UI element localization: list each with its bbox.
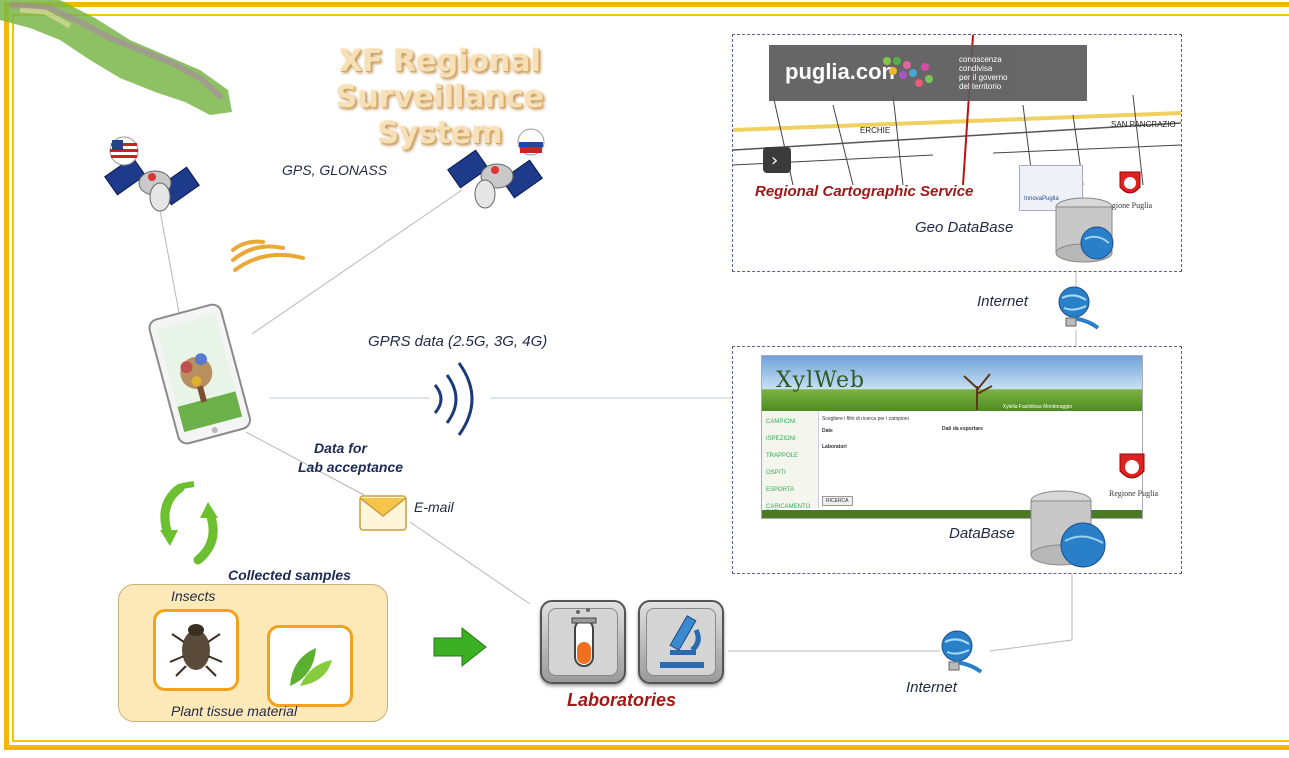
xylweb-app-title: XylWeb bbox=[776, 368, 866, 393]
tagline-line-4: del territorio bbox=[959, 82, 1002, 91]
regional-cartographic-label: Regional Cartographic Service bbox=[755, 183, 974, 200]
satellite-russia bbox=[447, 128, 545, 209]
russia-flag-icon bbox=[517, 128, 545, 156]
page-title: XF Regional Surveillance System bbox=[270, 44, 610, 152]
lab-acceptance-label: Lab acceptance bbox=[298, 459, 404, 475]
laboratories-label: Laboratories bbox=[567, 690, 677, 710]
xylweb-search-button[interactable]: RICERCA bbox=[822, 496, 853, 506]
globe-network-icon bbox=[941, 630, 983, 674]
collected-samples-label: Collected samples bbox=[228, 567, 351, 583]
gps-glonass-label: GPS, GLONASS bbox=[282, 162, 388, 178]
arrow-right-icon bbox=[433, 626, 487, 668]
xylweb-header: XylWeb Xylella Fastidiosa Monitoraggio bbox=[762, 356, 1142, 411]
regione-puglia-crest-icon bbox=[1119, 453, 1145, 479]
regione-puglia-text-2: Regione Puglia bbox=[1109, 489, 1159, 498]
xylweb-sidebar: CAMPIONI ISPEZIONI TRAPPOLE OSPITI ESPOR… bbox=[762, 411, 819, 516]
insect-tile bbox=[153, 609, 239, 691]
satellite-icon bbox=[447, 149, 543, 209]
xylweb-nav-ospiti[interactable]: OSPITI bbox=[762, 467, 818, 479]
gprs-label: GPRS data (2.5G, 3G, 4G) bbox=[368, 333, 548, 350]
microscope-icon bbox=[660, 615, 704, 668]
globe-network-icon bbox=[1058, 286, 1100, 330]
signal-waves-icon bbox=[231, 239, 305, 272]
plant-tissue-label: Plant tissue material bbox=[171, 703, 298, 719]
regione-puglia-crest-icon bbox=[1119, 171, 1141, 194]
leaf-icon bbox=[290, 648, 332, 686]
xylweb-export-label: Dati da esportare bbox=[942, 426, 983, 432]
satellite-icon bbox=[104, 156, 200, 212]
satellite-us bbox=[104, 136, 200, 212]
database-icon bbox=[1055, 197, 1114, 263]
tagline-line-2: condivisa bbox=[959, 64, 993, 73]
xylweb-lab-label: Laboratori bbox=[822, 444, 847, 450]
envelope-icon bbox=[359, 495, 407, 531]
svg-text:›: › bbox=[771, 150, 778, 171]
recycle-icon bbox=[160, 481, 218, 565]
pugliacon-dots-icon bbox=[883, 57, 933, 87]
tagline-line-3: per il governo bbox=[959, 73, 1008, 82]
title-line-1: XF Regional bbox=[339, 44, 541, 79]
geo-database-label: Geo DataBase bbox=[915, 219, 1014, 236]
pugliacon-tagline: conoscenza condivisa per il governo del … bbox=[959, 55, 1007, 91]
internet-label-bottom: Internet bbox=[906, 679, 957, 696]
internet-label-top: Internet bbox=[977, 293, 1028, 310]
email-label: E-mail bbox=[414, 499, 454, 515]
test-tube-icon bbox=[571, 608, 597, 667]
signal-waves-icon bbox=[433, 362, 474, 436]
xylweb-nav-ispezioni[interactable]: ISPEZIONI bbox=[762, 433, 818, 445]
xylweb-header-strip: Xylella Fastidiosa Monitoraggio bbox=[1002, 404, 1072, 410]
region-map-icon bbox=[0, 0, 232, 115]
xylweb-nav-campioni[interactable]: CAMPIONI bbox=[762, 416, 818, 428]
title-line-2: Surveillance System bbox=[335, 80, 545, 151]
test-tube-tile bbox=[540, 600, 626, 684]
insect-icon bbox=[169, 624, 223, 677]
map-label-san-pancrazio: SAN PANCRAZIO bbox=[1111, 120, 1176, 129]
samples-box: Insects Plant tissue material bbox=[118, 584, 388, 722]
tablet-icon bbox=[148, 303, 252, 445]
pugliacon-banner: puglia.con conoscenza condivisa per il g… bbox=[769, 45, 1087, 101]
xylweb-content-heading: Scegliere i filtri di ricerca per i camp… bbox=[822, 416, 909, 422]
xylweb-nav-esporta[interactable]: ESPORTA bbox=[762, 484, 818, 496]
data-for-label: Data for bbox=[314, 440, 367, 456]
plant-tile bbox=[267, 625, 353, 707]
microscope-tile bbox=[638, 600, 724, 684]
database-icon bbox=[1030, 490, 1106, 568]
insects-label: Insects bbox=[171, 588, 216, 604]
xylweb-tree-icon bbox=[963, 373, 993, 410]
tagline-line-1: conoscenza bbox=[959, 55, 1002, 64]
database-label: DataBase bbox=[949, 525, 1015, 542]
us-flag-icon bbox=[109, 136, 139, 166]
xylweb-panel: XylWeb Xylella Fastidiosa Monitoraggio C… bbox=[732, 346, 1182, 574]
cartographic-panel: › ERCHIE SAN PANCRAZIO puglia.con conosc… bbox=[732, 34, 1182, 272]
xylweb-nav-trappole[interactable]: TRAPPOLE bbox=[762, 450, 818, 462]
map-label-erchie: ERCHIE bbox=[860, 126, 890, 135]
